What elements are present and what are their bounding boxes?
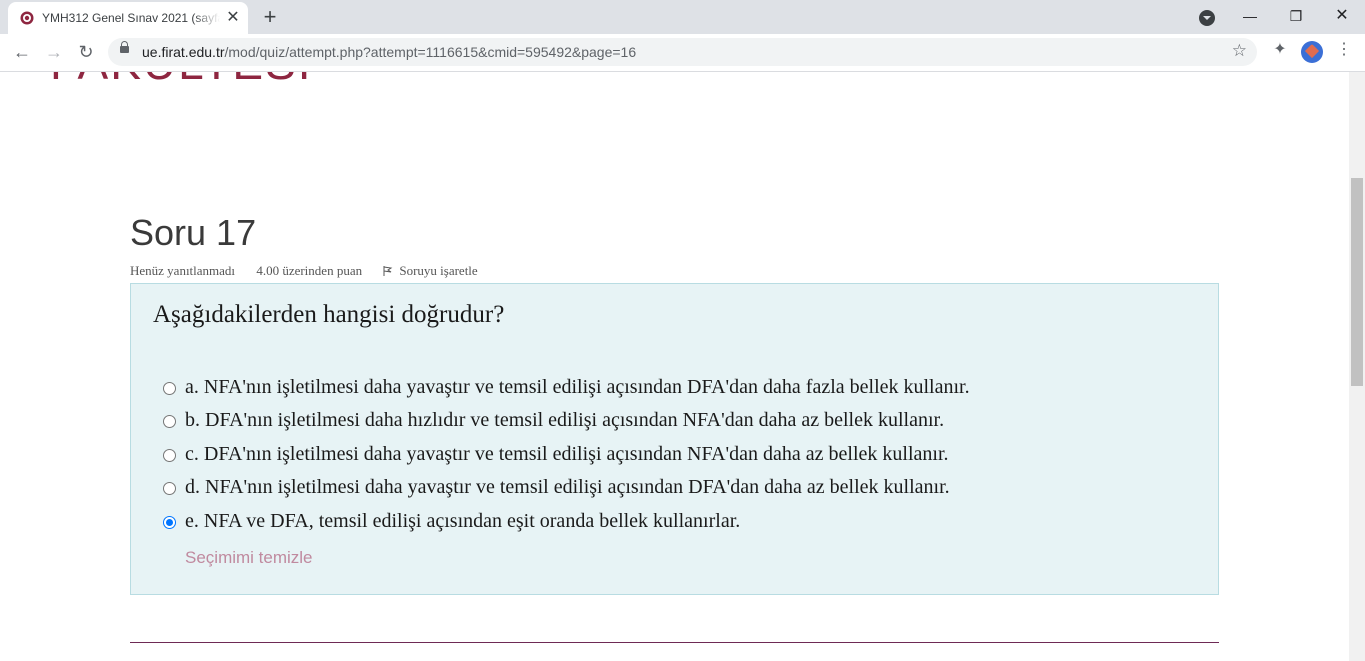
flag-question-link[interactable]: Soruyu işaretle [383, 263, 495, 278]
answer-label-c: c. DFA'nın işletilmesi daha yavaştır ve … [185, 443, 949, 465]
answer-option-d[interactable]: d. NFA'nın işletilmesi daha yavaştır ve … [163, 476, 1203, 506]
browser-toolbar: ← → ↻ ue.firat.edu.tr/mod/quiz/attempt.p… [0, 34, 1365, 72]
answer-radio-b[interactable] [163, 415, 176, 428]
page-scrollbar[interactable] [1349, 72, 1365, 661]
minimize-button[interactable]: — [1227, 4, 1273, 28]
question-number-heading: Soru 17 [130, 212, 257, 253]
question-text: Aşağıdakilerden hangisi doğrudur? [153, 301, 505, 328]
clear-choice-link[interactable]: Seçimimi temizle [185, 548, 313, 568]
answer-label-b: b. DFA'nın işletilmesi daha hızlıdır ve … [185, 409, 945, 431]
question-status: Henüz yanıtlanmadı [130, 263, 236, 278]
bookmark-star-icon[interactable]: ☆ [1232, 41, 1247, 61]
answer-option-e[interactable]: e. NFA ve DFA, temsil edilişi açısından … [163, 510, 1203, 540]
faculty-logo-text: FAKÜLTESİ [50, 72, 313, 90]
forward-arrow-icon[interactable]: → [42, 40, 66, 64]
flag-icon [383, 266, 393, 276]
answer-option-c[interactable]: c. DFA'nın işletilmesi daha yavaştır ve … [163, 443, 1203, 473]
answer-label-a: a. NFA'nın işletilmesi daha yavaştır ve … [185, 376, 970, 398]
answer-radio-d[interactable] [163, 482, 176, 495]
tab-title: YMH312 Genel Sınav 2021 (sayfa 17 / 20) [42, 11, 220, 25]
tab-close-icon[interactable]: ✕ [224, 9, 242, 27]
reload-icon[interactable]: ↻ [74, 40, 98, 64]
answer-option-a[interactable]: a. NFA'nın işletilmesi daha yavaştır ve … [163, 376, 1203, 406]
close-window-button[interactable]: ✕ [1319, 4, 1365, 28]
scrollbar-thumb[interactable] [1351, 178, 1363, 386]
new-tab-button[interactable]: + [258, 6, 282, 30]
answer-radio-c[interactable] [163, 449, 176, 462]
url-text[interactable]: ue.firat.edu.tr/mod/quiz/attempt.php?att… [142, 44, 636, 60]
restore-button[interactable]: ❐ [1273, 4, 1319, 28]
browser-tab[interactable]: YMH312 Genel Sınav 2021 (sayfa 17 / 20) … [8, 2, 248, 34]
question-points: 4.00 üzerinden puan [256, 263, 363, 278]
extensions-puzzle-icon[interactable]: ✦ [1270, 40, 1290, 60]
profile-avatar[interactable] [1301, 41, 1323, 63]
question-info: Henüz yanıtlanmadı 4.00 üzerinden puan S… [130, 263, 514, 279]
question-box: Aşağıdakilerden hangisi doğrudur? a. NFA… [130, 283, 1219, 595]
browser-menu-icon[interactable]: ⋮ [1336, 40, 1352, 60]
answer-option-b[interactable]: b. DFA'nın işletilmesi daha hızlıdır ve … [163, 409, 1203, 439]
answer-radio-a[interactable] [163, 382, 176, 395]
site-favicon-icon [20, 11, 34, 25]
tab-strip: YMH312 Genel Sınav 2021 (sayfa 17 / 20) … [0, 0, 1365, 34]
lock-icon [120, 41, 129, 53]
answer-label-e: e. NFA ve DFA, temsil edilişi açısından … [185, 510, 741, 532]
answer-radio-e[interactable] [163, 516, 176, 529]
divider [130, 642, 1219, 643]
answer-label-d: d. NFA'nın işletilmesi daha yavaştır ve … [185, 476, 950, 498]
tab-search-icon[interactable] [1199, 10, 1215, 26]
page-content: FAKÜLTESİ Soru 17 Henüz yanıtlanmadı 4.0… [0, 72, 1349, 661]
address-bar[interactable]: ue.firat.edu.tr/mod/quiz/attempt.php?att… [108, 38, 1257, 66]
back-arrow-icon[interactable]: ← [10, 40, 34, 64]
